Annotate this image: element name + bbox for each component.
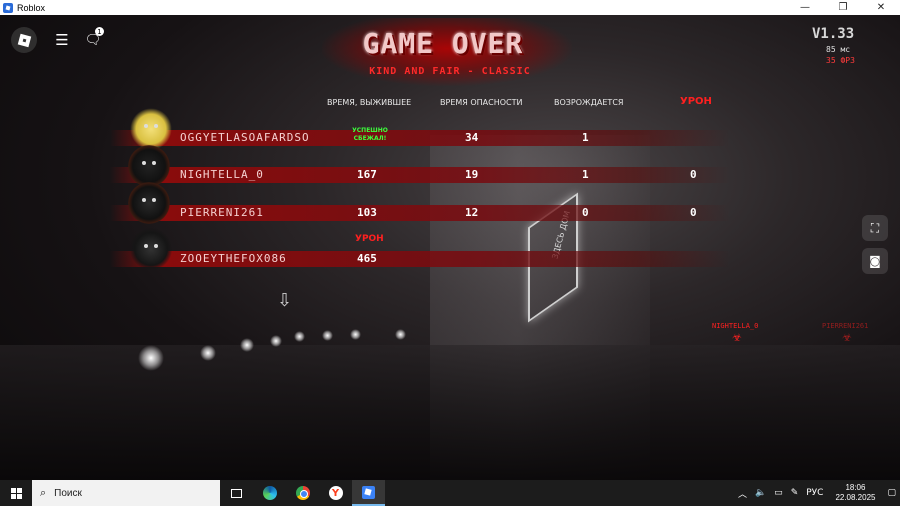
tray-overflow-icon[interactable]: ︿ [738, 487, 747, 500]
time-survived-value: 167 [357, 168, 377, 181]
fps-label: 35 ФРЗ [826, 56, 855, 65]
hamburger-icon: ☰ [55, 31, 69, 49]
column-header-danger-time: ВРЕМЯ ОПАСНОСТИ [440, 98, 523, 107]
roblox-icon [362, 485, 375, 499]
player-name: PIERRENI261 [180, 206, 264, 219]
camera-icon: ◙ [869, 254, 881, 268]
roblox-logo-icon [17, 33, 31, 47]
column-header-revives: ВОЗРОЖДАЕТСЯ [554, 98, 624, 107]
blood-mark-icon: ☣ [842, 331, 852, 344]
killer-row: ZOOEYTHEFOX086 465 [110, 249, 730, 269]
light-orb [350, 329, 361, 340]
volume-icon[interactable]: 🔈 [755, 488, 766, 498]
minimize-button[interactable]: — [786, 0, 824, 15]
close-button[interactable]: ✕ [862, 0, 900, 15]
avatar-eyes [142, 161, 156, 166]
danger-time-value: 34 [465, 131, 479, 144]
light-orb [240, 338, 254, 352]
player-name: ZOOEYTHEFOX086 [180, 252, 287, 265]
yandex-icon: Y [328, 486, 343, 500]
chat-button[interactable]: 🗨 1 [80, 27, 106, 53]
column-header-time-survived: ВРЕМЯ, ВЫЖИВШЕЕ [327, 98, 412, 107]
start-button[interactable] [0, 480, 32, 506]
edge-taskbar-button[interactable] [253, 480, 286, 506]
roblox-menu-button[interactable] [11, 27, 37, 53]
yandex-taskbar-button[interactable]: Y [319, 480, 352, 506]
light-orb [395, 329, 406, 340]
taskbar-clock[interactable]: 18:06 22.08.2025 [835, 483, 875, 503]
light-orb [270, 335, 282, 347]
revives-value: 1 [582, 131, 589, 144]
clock-time: 18:06 [845, 483, 866, 492]
damage-value: 0 [690, 206, 697, 219]
task-view-button[interactable] [220, 480, 253, 506]
mode-subtitle: KIND AND FAIR - CLASSIC [369, 66, 531, 77]
player-row: PIERRENI261 103 12 0 0 [110, 203, 730, 223]
avatar-eyes [142, 198, 156, 203]
ping-label: 85 мс [826, 45, 851, 54]
maximize-button[interactable]: ❐ [824, 0, 862, 15]
system-tray: ︿ 🔈 ▭ ✎ РУС 18:06 22.08.2025 ▢ [734, 480, 900, 506]
roblox-taskbar-button[interactable] [352, 480, 385, 506]
search-placeholder: Поиск [54, 487, 82, 499]
edge-icon [262, 486, 277, 500]
killer-damage-value: 465 [357, 252, 377, 265]
light-orb [138, 345, 164, 371]
window-controls: — ❐ ✕ [786, 0, 900, 15]
light-orb [200, 345, 216, 361]
killer-damage-label: УРОН [355, 234, 384, 244]
language-indicator[interactable]: РУС [806, 488, 823, 498]
taskbar-search-box[interactable]: ⌕ Поиск [32, 480, 220, 506]
revives-value: 1 [582, 168, 589, 181]
player-avatar [130, 108, 172, 150]
world-nametag: NIGHTELLA_0 [712, 322, 759, 330]
player-avatar [128, 145, 170, 187]
light-orb [322, 330, 333, 341]
player-name: NIGHTELLA_0 [180, 168, 264, 181]
damage-value: 0 [690, 168, 697, 181]
player-avatar [128, 182, 170, 224]
danger-time-value: 12 [465, 206, 479, 219]
avatar-eyes [144, 244, 158, 249]
chat-notification-badge: 1 [95, 27, 104, 36]
chrome-icon [295, 486, 310, 500]
danger-time-value: 19 [465, 168, 479, 181]
windows-logo-icon [10, 487, 22, 499]
player-row: NIGHTELLA_0 167 19 1 0 [110, 165, 730, 185]
player-avatar [130, 228, 172, 270]
world-nametag: PIERRENI261 [822, 322, 869, 330]
network-icon[interactable]: ▭ [774, 488, 783, 498]
player-row: OGGYETLASOAFARDSO УСПЕШНО СБЕЖАЛ! 34 1 [110, 127, 730, 148]
column-header-damage: УРОН [680, 96, 712, 107]
game-over-title: GAME OVER [362, 27, 524, 60]
escaped-status: УСПЕШНО СБЕЖАЛ! [352, 127, 388, 142]
windows-taskbar: ⌕ Поиск Y ︿ 🔈 ▭ ✎ РУС 18:06 22.08.2025 ▢ [0, 480, 900, 506]
window-titlebar: Roblox — ❐ ✕ [0, 0, 900, 15]
down-arrow-icon: ⇩ [277, 290, 293, 311]
pen-icon[interactable]: ✎ [791, 488, 799, 498]
player-name: OGGYETLASOAFARDSO [180, 131, 310, 144]
background-floor [0, 345, 900, 480]
blood-mark-icon: ☣ [732, 331, 742, 344]
screenshot-button[interactable]: ⛶ [862, 215, 888, 241]
roblox-app-icon [3, 2, 13, 13]
window-title: Roblox [17, 2, 46, 13]
chrome-taskbar-button[interactable] [286, 480, 319, 506]
light-orb [294, 331, 305, 342]
avatar-eyes [144, 124, 158, 129]
version-label: V1.33 [812, 26, 855, 42]
revives-value: 0 [582, 206, 589, 219]
capture-icon: ⛶ [870, 220, 880, 235]
time-survived-value: 103 [357, 206, 377, 219]
clock-date: 22.08.2025 [835, 493, 876, 502]
camera-button[interactable]: ◙ [862, 248, 888, 274]
notifications-icon[interactable]: ▢ [887, 488, 896, 498]
task-view-icon [231, 488, 242, 498]
hamburger-menu-button[interactable]: ☰ [49, 27, 75, 53]
search-icon: ⌕ [40, 486, 47, 499]
